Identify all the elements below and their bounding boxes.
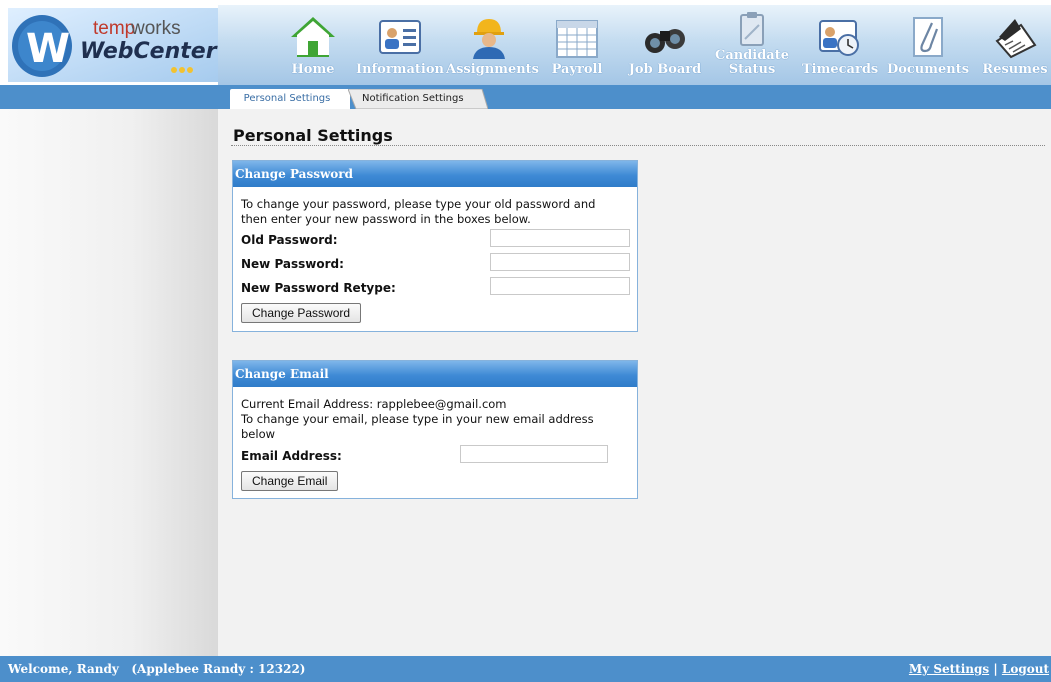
timecard-icon (819, 20, 859, 56)
svg-text:works: works (130, 18, 181, 39)
change-email-panel: Change Email Current Email Address: rapp… (232, 360, 638, 499)
nav-label: Information (356, 62, 444, 77)
page-title: Personal Settings (233, 126, 393, 145)
nav-label: Payroll (551, 62, 603, 77)
nav-label: Candidate Status (714, 48, 790, 77)
nav-candidate-status[interactable]: Candidate Status (714, 9, 790, 83)
password-instructions: To change your password, please type you… (241, 197, 596, 226)
nav-assignments[interactable]: Assignments (446, 9, 540, 83)
nav-label: Assignments (446, 62, 540, 77)
email-instructions: To change your email, please type in you… (241, 412, 594, 441)
nav-label: Documents (886, 62, 970, 77)
nav-payroll[interactable]: Payroll (544, 9, 610, 83)
tempworks-logo[interactable]: W temp works WebCenter (8, 8, 218, 82)
current-email-line: Current Email Address: rapplebee@gmail.c… (241, 397, 625, 412)
main-content: Personal Settings Change Password To cha… (218, 109, 1051, 656)
resume-icon (995, 19, 1037, 59)
logo-graphic: W temp works WebCenter (8, 8, 218, 82)
id-card-icon (379, 20, 421, 54)
tab-label: Personal Settings (243, 93, 331, 104)
nav-label: Job Board (628, 62, 702, 77)
left-sidebar (0, 109, 218, 656)
nav-label: Timecards (802, 62, 879, 77)
settings-tab-bar: Personal Settings Notification Settings (0, 85, 1051, 109)
new-password-field[interactable] (490, 253, 630, 271)
svg-text:temp: temp (93, 18, 135, 39)
link-separator: | (993, 662, 998, 676)
binoculars-icon (645, 29, 685, 53)
account-info: (Applebee Randy : 12322) (131, 662, 306, 676)
change-password-button[interactable]: Change Password (241, 303, 362, 323)
new-password-retype-label: New Password Retype: (241, 281, 396, 295)
change-password-panel: Change Password To change your password,… (232, 160, 638, 332)
change-email-button[interactable]: Change Email (241, 471, 339, 491)
new-password-retype-field[interactable] (490, 277, 630, 295)
title-divider (231, 145, 1045, 146)
current-email-value: rapplebee@gmail.com (376, 397, 507, 411)
home-icon (291, 17, 335, 57)
svg-text:WebCenter: WebCenter (80, 39, 218, 64)
nav-home[interactable]: Home (280, 9, 346, 83)
old-password-label: Old Password: (241, 233, 338, 247)
app-header: W temp works WebCenter Home Information … (0, 0, 1051, 85)
welcome-text: Welcome, Randy (Applebee Randy : 12322) (8, 662, 305, 676)
nav-documents[interactable]: Documents (884, 9, 972, 83)
tab-notification-settings[interactable]: Notification Settings (348, 89, 488, 109)
email-address-field[interactable] (460, 445, 608, 463)
nav-information[interactable]: Information (356, 9, 444, 83)
logo-letter: W (26, 26, 70, 72)
status-footer: Welcome, Randy (Applebee Randy : 12322) … (0, 656, 1051, 682)
tab-label: Notification Settings (362, 93, 464, 104)
nav-label: Home (291, 62, 335, 77)
nav-timecards[interactable]: Timecards (802, 9, 879, 83)
email-address-label: Email Address: (241, 449, 342, 463)
nav-label: Resumes (982, 62, 1048, 77)
calendar-icon (556, 20, 598, 58)
tab-personal-settings[interactable]: Personal Settings (230, 89, 350, 109)
worker-icon (473, 19, 505, 59)
my-settings-link[interactable]: My Settings (909, 662, 989, 676)
panel-heading: Change Password (233, 161, 637, 187)
old-password-field[interactable] (490, 229, 630, 247)
paperclip-icon (913, 17, 943, 57)
new-password-label: New Password: (241, 257, 344, 271)
panel-heading: Change Email (233, 361, 637, 387)
nav-job-board[interactable]: Job Board (624, 9, 706, 83)
footer-links: My Settings | Logout (909, 662, 1049, 676)
welcome-greeting: Welcome, Randy (8, 662, 119, 676)
nav-resumes[interactable]: Resumes (980, 9, 1050, 83)
logout-link[interactable]: Logout (1002, 662, 1049, 676)
main-navigation: Home Information Assignments Payroll Job… (218, 5, 1051, 85)
current-email-label: Current Email Address: (241, 397, 374, 411)
